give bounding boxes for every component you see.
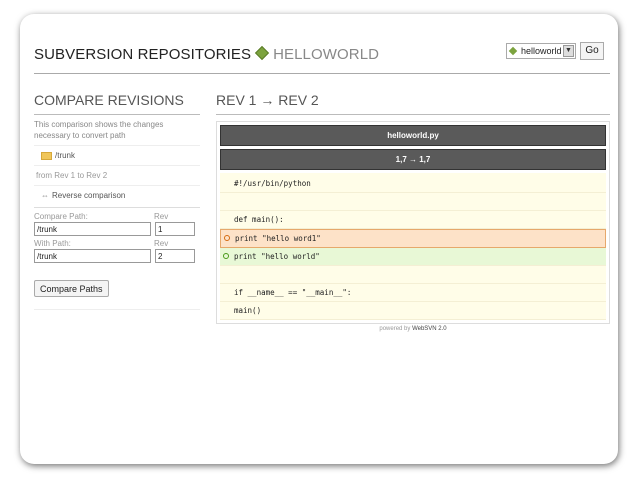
with-rev-input[interactable] xyxy=(155,249,195,263)
file-name-bar: helloworld.py xyxy=(220,125,606,146)
repository-select[interactable]: helloworld ▼ xyxy=(506,43,576,59)
trunk-link[interactable]: /trunk xyxy=(55,151,75,160)
compare-rev-input[interactable] xyxy=(155,222,195,236)
compare-path-row xyxy=(34,222,200,237)
diff-line xyxy=(220,193,606,211)
diff-line-text: #!/usr/bin/python xyxy=(234,179,311,188)
diff-panel: REV 1 → REV 2 helloworld.py 1,7 → 1,7 #!… xyxy=(216,92,610,332)
comparison-description: This comparison shows the changes necess… xyxy=(34,120,164,140)
with-path-label: With Path: xyxy=(34,239,71,248)
diff-line: def main(): xyxy=(220,211,606,229)
diff-divider xyxy=(216,114,610,115)
revision-heading: REV 1 → REV 2 xyxy=(216,92,319,108)
diff-code: #!/usr/bin/python def main(): print "hello… xyxy=(220,173,606,320)
line-range-bar: 1,7 → 1,7 xyxy=(220,149,606,170)
compare-rev-label: Rev xyxy=(154,212,169,221)
go-button[interactable]: Go xyxy=(580,42,604,60)
diff-line: main() xyxy=(220,302,606,320)
compare-sidebar: COMPARE REVISIONS This comparison shows … xyxy=(34,92,200,310)
revision-range: from Rev 1 to Rev 2 xyxy=(34,165,200,185)
window-frame: SUBVERSION REPOSITORIES HELLOWORLD hellow… xyxy=(20,14,618,464)
powered-by-text: powered by xyxy=(379,326,411,332)
reverse-comparison-link[interactable]: Reverse comparison xyxy=(52,191,125,200)
diff-line-text: print "hello world" xyxy=(234,252,320,261)
diff-line-text: def main(): xyxy=(234,215,284,224)
compare-paths-form: Compare Path: Rev With Path: Rev Compare… xyxy=(34,207,200,310)
repo-diamond-icon xyxy=(508,46,518,56)
repository-select-value: helloworld xyxy=(521,46,562,56)
reverse-comparison-item[interactable]: ⇔ Reverse comparison xyxy=(34,185,200,205)
diff-line: #!/usr/bin/python xyxy=(220,175,606,193)
diff-line-text: if __name__ == "__main__": xyxy=(234,288,352,297)
added-marker-icon xyxy=(223,253,229,259)
repo-name: HELLOWORLD xyxy=(273,46,380,63)
diff-box: helloworld.py 1,7 → 1,7 #!/usr/bin/pytho… xyxy=(216,121,610,324)
diff-line-text: print "hello word1" xyxy=(235,234,321,243)
swap-icon: ⇔ xyxy=(41,191,49,200)
with-path-label-row: With Path: Rev xyxy=(34,239,200,249)
with-path-input[interactable] xyxy=(34,249,151,263)
site-title: SUBVERSION REPOSITORIES HELLOWORLD xyxy=(34,45,380,63)
sidebar-divider xyxy=(34,114,200,115)
diff-line-removed: print "hello word1" xyxy=(220,229,606,248)
compare-path-label-row: Compare Path: Rev xyxy=(34,212,200,222)
websvn-link[interactable]: WebSVN 2.0 xyxy=(412,326,447,332)
header-divider xyxy=(34,73,610,74)
compare-paths-button[interactable]: Compare Paths xyxy=(34,280,109,297)
with-path-row xyxy=(34,249,200,264)
diff-line xyxy=(220,266,606,284)
folder-icon xyxy=(41,151,52,160)
powered-by: powered by WebSVN 2.0 xyxy=(216,326,610,332)
diff-line-added: print "hello world" xyxy=(220,248,606,266)
diff-line: if __name__ == "__main__": xyxy=(220,284,606,302)
compare-path-label: Compare Path: xyxy=(34,212,88,221)
path-item: /trunk xyxy=(34,145,200,165)
with-rev-label: Rev xyxy=(154,239,169,248)
removed-marker-icon xyxy=(224,235,230,241)
chevron-down-icon[interactable]: ▼ xyxy=(563,45,574,57)
compare-revisions-heading: COMPARE REVISIONS xyxy=(34,92,184,108)
repo-diamond-icon xyxy=(255,45,270,61)
page-header: SUBVERSION REPOSITORIES HELLOWORLD hellow… xyxy=(34,42,610,76)
compare-path-input[interactable] xyxy=(34,222,151,236)
sidebar-bottom-divider xyxy=(34,309,200,310)
diff-line-text: main() xyxy=(234,306,262,315)
site-title-text: SUBVERSION REPOSITORIES xyxy=(34,46,252,63)
